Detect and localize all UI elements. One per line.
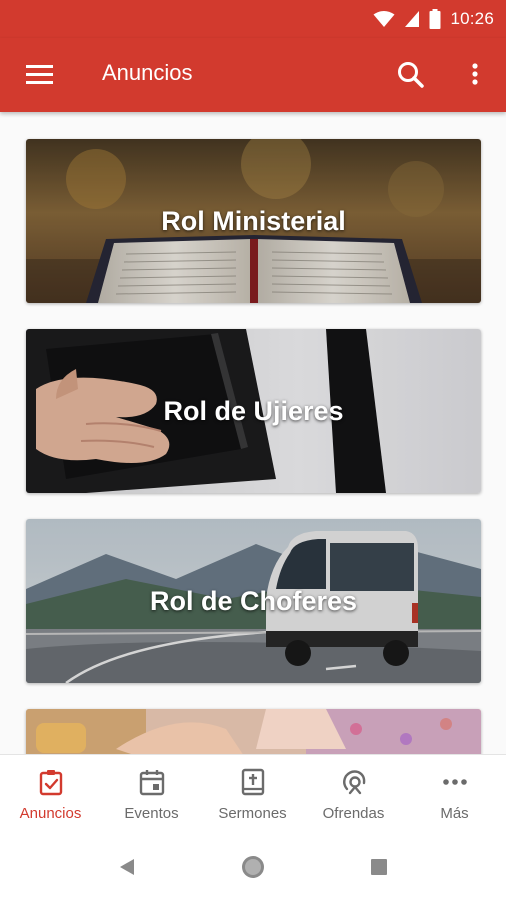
bottom-navigation: Anuncios Eventos Sermones Ofrendas Más xyxy=(0,754,506,832)
wifi-icon xyxy=(373,11,395,27)
card-title: Rol Ministerial xyxy=(161,205,346,236)
home-button[interactable] xyxy=(238,852,268,882)
announcement-card[interactable]: Rol de Choferes xyxy=(26,519,481,683)
card-title: Rol de Ujieres xyxy=(163,395,344,426)
overflow-menu-button[interactable] xyxy=(462,58,488,92)
menu-button[interactable] xyxy=(20,58,60,92)
nav-label: Más xyxy=(440,805,469,822)
battery-icon xyxy=(429,9,441,29)
recents-square-icon xyxy=(371,859,387,875)
card-title: Rol de Choferes xyxy=(149,585,358,616)
status-time: 10:26 xyxy=(450,9,494,28)
offering-icon xyxy=(343,770,366,795)
announcement-check-icon xyxy=(39,770,63,796)
system-navigation-bar xyxy=(0,832,506,900)
app-screen: 10:26 Anuncios Rol Ministerial Rol de Uj… xyxy=(0,0,506,900)
announcement-card[interactable] xyxy=(26,709,481,754)
app-bar: Anuncios xyxy=(0,38,506,112)
status-bar: 10:26 xyxy=(0,0,506,38)
announcement-card[interactable]: Rol de Ujieres xyxy=(26,329,481,493)
nav-label: Eventos xyxy=(124,805,179,822)
nav-label: Ofrendas xyxy=(322,805,385,822)
recents-button[interactable] xyxy=(364,852,394,882)
home-circle-icon xyxy=(242,856,264,878)
nav-label: Anuncios xyxy=(19,805,82,822)
search-icon xyxy=(398,62,424,88)
signal-icon xyxy=(405,11,420,27)
nav-item-anuncios[interactable]: Anuncios xyxy=(0,755,101,833)
announcements-list: Rol Ministerial Rol de Ujieres Rol de Ch… xyxy=(0,112,506,754)
more-horizontal-icon xyxy=(443,779,467,785)
page-title: Anuncios xyxy=(102,60,193,85)
back-button[interactable] xyxy=(112,852,142,882)
announcement-card[interactable]: Rol Ministerial xyxy=(26,139,481,303)
back-triangle-icon xyxy=(120,859,134,875)
search-button[interactable] xyxy=(394,58,428,92)
nav-item-mas[interactable]: Más xyxy=(404,755,505,833)
calendar-icon xyxy=(139,770,165,796)
bible-icon xyxy=(241,768,265,796)
nav-item-eventos[interactable]: Eventos xyxy=(101,755,202,833)
more-vertical-icon xyxy=(472,63,478,85)
card-title xyxy=(26,709,481,754)
status-icons: 10:26 xyxy=(373,7,494,31)
nav-label: Sermones xyxy=(218,805,287,822)
hamburger-menu-icon xyxy=(26,65,53,84)
nav-item-sermones[interactable]: Sermones xyxy=(202,755,303,833)
nav-item-ofrendas[interactable]: Ofrendas xyxy=(303,755,404,833)
